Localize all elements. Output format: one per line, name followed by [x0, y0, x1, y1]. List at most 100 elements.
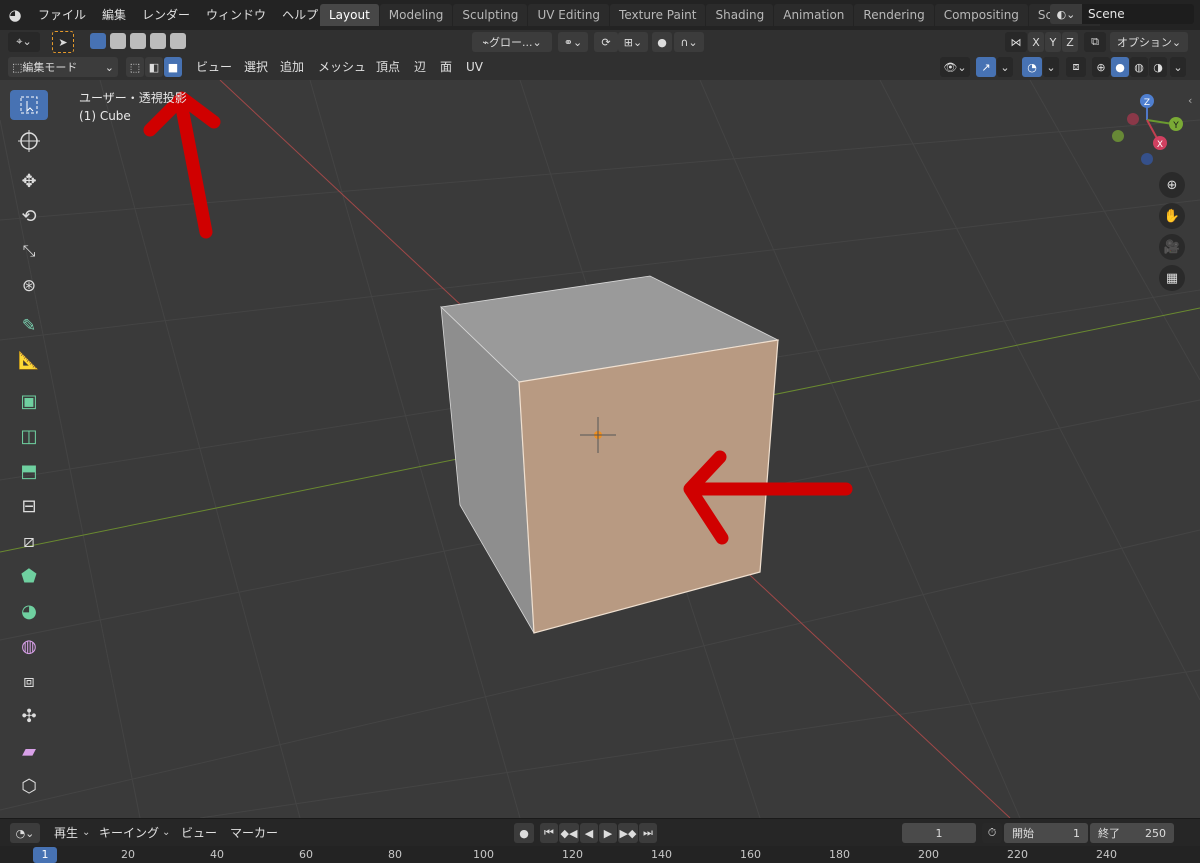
gizmo-dropdown-icon[interactable]: ⌄: [997, 57, 1013, 77]
extrude-tool-icon[interactable]: ▣: [10, 386, 48, 416]
timeline-editor-icon[interactable]: ◔⌄: [10, 823, 40, 843]
axis-z-button[interactable]: Z: [1062, 32, 1078, 52]
3d-viewport[interactable]: Z Y X ユーザー・透視投影 (1) Cube ⊕ ✋ 🎥 ▦ ‹: [0, 80, 1200, 818]
rendered-shading-icon[interactable]: ◑: [1149, 57, 1167, 77]
camera-view-icon[interactable]: 🎥: [1159, 234, 1185, 260]
shading-dropdown-icon[interactable]: ⌄: [1170, 57, 1186, 77]
menu-vertex[interactable]: 頂点: [370, 57, 406, 77]
navigation-gizmo[interactable]: Z Y X: [1112, 94, 1183, 165]
menu-timeline-view[interactable]: ビュー: [175, 823, 223, 843]
prev-keyframe-icon[interactable]: ◆◀: [559, 823, 579, 843]
tab-modeling[interactable]: Modeling: [379, 4, 453, 26]
menu-marker[interactable]: マーカー: [224, 823, 284, 843]
menu-window[interactable]: ウィンドウ: [198, 0, 274, 30]
menu-render[interactable]: レンダー: [134, 0, 198, 30]
overlay-toggle-icon[interactable]: ◔: [1022, 57, 1042, 77]
auto-merge-icon[interactable]: ⧉: [1084, 32, 1106, 52]
gizmo-toggle-icon[interactable]: ↗: [976, 57, 996, 77]
edge-slide-tool-icon[interactable]: ⧈: [10, 666, 48, 696]
menu-mesh[interactable]: メッシュ: [312, 57, 372, 77]
end-frame-field[interactable]: 終了 250: [1090, 823, 1174, 843]
tab-layout[interactable]: Layout: [320, 4, 379, 26]
spin-tool-icon[interactable]: ◕: [10, 596, 48, 626]
wireframe-shading-icon[interactable]: ⊕: [1092, 57, 1110, 77]
shear-tool-icon[interactable]: ▰: [10, 736, 48, 766]
annotate-tool-icon[interactable]: ✎: [10, 311, 48, 341]
tab-animation[interactable]: Animation: [774, 4, 854, 26]
tab-rendering[interactable]: Rendering: [854, 4, 934, 26]
shrink-fatten-tool-icon[interactable]: ✣: [10, 701, 48, 731]
loop-cut-tool-icon[interactable]: ⊟: [10, 491, 48, 521]
proportional-edit-icon[interactable]: ●: [652, 32, 672, 52]
select-cursor-icon[interactable]: ➤: [52, 31, 74, 53]
xray-toggle-icon[interactable]: ⧈: [1066, 57, 1086, 77]
pan-hand-icon[interactable]: ✋: [1159, 203, 1185, 229]
options-dropdown[interactable]: オプション ⌄: [1110, 32, 1188, 52]
overlay-dropdown-icon[interactable]: ⌄: [1043, 57, 1059, 77]
bevel-tool-icon[interactable]: ⬒: [10, 456, 48, 486]
smooth-tool-icon[interactable]: ◍: [10, 631, 48, 661]
rip-region-tool-icon[interactable]: ⬡: [10, 771, 48, 801]
tab-sculpting[interactable]: Sculpting: [453, 4, 528, 26]
menu-keying[interactable]: キーイング: [93, 823, 165, 843]
select-subtract-icon[interactable]: [130, 33, 146, 49]
knife-tool-icon[interactable]: ⧄: [10, 526, 48, 556]
record-icon[interactable]: ●: [514, 823, 534, 843]
scene-selector[interactable]: ◐⌄ Scene: [1050, 4, 1194, 24]
face-select-icon[interactable]: ■: [164, 57, 182, 77]
menu-face[interactable]: 面: [434, 57, 458, 77]
mirror-icon[interactable]: ⋈: [1005, 32, 1027, 52]
editor-type-icon[interactable]: ⌖⌄: [8, 32, 40, 52]
menu-uv[interactable]: UV: [460, 57, 489, 77]
menu-playback[interactable]: 再生: [48, 823, 84, 843]
axis-x-button[interactable]: X: [1028, 32, 1044, 52]
move-tool-icon[interactable]: ✥: [10, 166, 48, 196]
cursor-tool-icon[interactable]: [10, 126, 48, 156]
menu-select[interactable]: 選択: [238, 57, 274, 77]
gizmo-neg-y-icon[interactable]: [1112, 130, 1124, 142]
playhead-frame-badge[interactable]: 1: [33, 847, 57, 863]
falloff-icon[interactable]: ∩⌄: [674, 32, 704, 52]
poly-build-tool-icon[interactable]: ⬟: [10, 561, 48, 591]
mode-dropdown[interactable]: ⬚ 編集モード ⌄: [8, 57, 118, 77]
scale-tool-icon[interactable]: ⤡: [10, 236, 48, 266]
menu-add[interactable]: 追加: [274, 57, 310, 77]
select-invert-icon[interactable]: [150, 33, 166, 49]
sidebar-toggle-icon[interactable]: ‹: [1188, 94, 1192, 107]
blender-logo-icon[interactable]: ◕: [0, 0, 30, 30]
pivot-point-icon[interactable]: ⚭⌄: [558, 32, 588, 52]
current-frame-field[interactable]: 1: [902, 823, 976, 843]
select-intersect-icon[interactable]: [170, 33, 186, 49]
select-box-tool-icon[interactable]: [10, 90, 48, 120]
tab-texture-paint[interactable]: Texture Paint: [610, 4, 706, 26]
snap-target-icon[interactable]: ⊞⌄: [618, 32, 648, 52]
gizmo-neg-z-icon[interactable]: [1141, 153, 1153, 165]
tab-uv-editing[interactable]: UV Editing: [528, 4, 610, 26]
zoom-icon[interactable]: ⊕: [1159, 172, 1185, 198]
snap-toggle-icon[interactable]: ⟳: [594, 32, 618, 52]
menu-file[interactable]: ファイル: [30, 0, 94, 30]
play-reverse-icon[interactable]: ◀: [580, 823, 598, 843]
menu-help[interactable]: ヘルプ: [274, 0, 326, 30]
frame-ruler[interactable]: 1 20 40 60 80 100 120 140 160 180 200 22…: [0, 846, 1200, 863]
axis-y-button[interactable]: Y: [1045, 32, 1061, 52]
jump-start-icon[interactable]: ⏮: [540, 823, 558, 843]
tab-compositing[interactable]: Compositing: [934, 4, 1028, 26]
menu-edge[interactable]: 辺: [408, 57, 432, 77]
jump-end-icon[interactable]: ⏭: [639, 823, 657, 843]
solid-shading-icon[interactable]: ●: [1111, 57, 1129, 77]
play-icon[interactable]: ▶: [599, 823, 617, 843]
menu-edit[interactable]: 編集: [94, 0, 134, 30]
scene-name-field[interactable]: Scene: [1082, 4, 1194, 24]
menu-view[interactable]: ビュー: [190, 57, 238, 77]
measure-tool-icon[interactable]: 📐: [10, 346, 48, 376]
inset-tool-icon[interactable]: ◫: [10, 421, 48, 451]
transform-orientation-dropdown[interactable]: ⌁ グロー... ⌄: [472, 32, 552, 52]
next-keyframe-icon[interactable]: ▶◆: [618, 823, 638, 843]
start-frame-field[interactable]: 開始 1: [1004, 823, 1088, 843]
select-extend-icon[interactable]: [110, 33, 126, 49]
scene-icon[interactable]: ◐⌄: [1050, 4, 1082, 24]
stopwatch-icon[interactable]: ⏱: [982, 823, 1002, 843]
tab-shading[interactable]: Shading: [706, 4, 774, 26]
gizmo-neg-x-icon[interactable]: [1127, 113, 1139, 125]
